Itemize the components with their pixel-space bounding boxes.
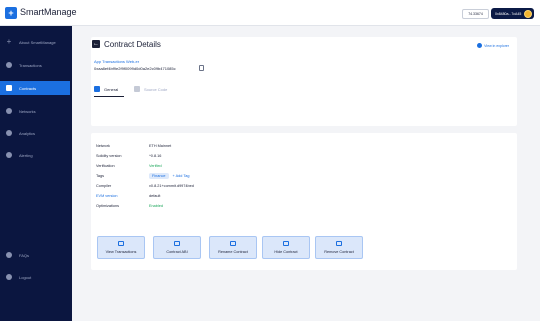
detail-value: v0.8.21+commit.d9974bed <box>149 183 194 188</box>
sidebar-item-label: About SmartManage <box>19 39 56 45</box>
view-transactions-button[interactable]: View Transactions <box>97 236 145 259</box>
explorer-link-label: View in explorer <box>484 43 509 48</box>
bell-icon <box>6 152 12 158</box>
detail-row-solidity: Solidity version ^0.8.16 <box>96 151 506 160</box>
balance-badge: 74.33674 <box>462 9 489 19</box>
sidebar-item-label: Analytics <box>19 130 36 136</box>
detail-key: Network <box>96 143 110 148</box>
contract-header-card: ← Contract Details View in explorer App … <box>91 37 517 126</box>
tab-label: Source Code <box>144 86 168 92</box>
remove-contract-button[interactable]: Remove Contract <box>315 236 363 259</box>
contract-address: 0xaa8ef4bf9e2f9f0099d0d0a2e2c09b471085c <box>94 66 176 71</box>
hide-contract-button[interactable]: Hide Contract <box>262 236 310 259</box>
list-icon <box>118 241 124 246</box>
contract-details-card: Network ETH Mainnet Solidity version ^0.… <box>91 133 517 270</box>
detail-row-tags: Tags Finance + Add Tag <box>96 171 506 180</box>
action-label: Contract ABI <box>166 250 188 254</box>
sidebar-item-analytics[interactable]: Analytics <box>0 126 72 140</box>
active-tab-indicator <box>94 96 124 97</box>
logout-icon <box>6 274 12 280</box>
sidebar-item-label: Alerting <box>19 152 33 158</box>
detail-row-compiler: Compiler v0.8.21+commit.d9974bed <box>96 181 506 190</box>
pencil-icon <box>230 241 236 246</box>
help-icon <box>6 252 12 258</box>
detail-value: default <box>149 193 161 198</box>
sidebar-item-networks[interactable]: Networks <box>0 104 72 118</box>
sidebar-item-label: Networks <box>19 108 36 114</box>
sidebar-item-about[interactable]: + About SmartManage <box>0 35 72 49</box>
add-tag-button[interactable]: + Add Tag <box>173 174 190 178</box>
address-label: App Transactions Web-er <box>94 59 140 64</box>
detail-key: Optimizations <box>96 203 120 208</box>
detail-row-evm: EVM version default <box>96 191 506 200</box>
detail-value: ^0.8.16 <box>149 153 162 158</box>
wallet-address: 0x8480a...7cA45 <box>495 11 522 16</box>
page-title: Contract Details <box>104 40 161 49</box>
avatar <box>524 9 532 18</box>
sidebar-item-label: Transactions <box>19 62 42 68</box>
sidebar-item-contracts[interactable]: Contracts <box>0 81 70 95</box>
sidebar-item-label: Contracts <box>19 85 37 91</box>
sidebar-item-label: Logout <box>19 274 32 280</box>
view-in-explorer-link[interactable]: View in explorer <box>477 43 509 48</box>
detail-row-network: Network ETH Mainnet <box>96 141 506 150</box>
contracts-icon <box>6 85 12 91</box>
detail-row-verification: Verification Verified <box>96 161 506 170</box>
wallet-button[interactable]: 0x8480a...7cA45 <box>491 8 534 19</box>
verification-status: Verified <box>149 163 162 168</box>
sidebar-item-alerting[interactable]: Alerting <box>0 148 72 162</box>
trash-icon <box>336 241 342 246</box>
detail-value: ETH Mainnet <box>149 143 172 148</box>
tab-label: General <box>104 86 119 92</box>
plus-icon: + <box>6 37 12 46</box>
globe-icon <box>477 43 483 48</box>
rename-contract-button[interactable]: Rename Contract <box>209 236 257 259</box>
source-code-tab-icon <box>134 86 140 92</box>
sidebar-item-label: FAQs <box>19 252 30 258</box>
action-label: Remove Contract <box>324 250 354 254</box>
detail-key: Solidity version <box>96 153 122 158</box>
app-logo-icon[interactable]: + <box>5 7 17 19</box>
action-label: Rename Contract <box>218 250 248 254</box>
action-label: Hide Contract <box>274 250 298 254</box>
optimizations-status: Enabled <box>149 203 163 208</box>
eye-off-icon <box>283 241 289 246</box>
detail-key: Tags <box>96 173 105 178</box>
copy-icon[interactable] <box>199 65 204 71</box>
action-label: View Transactions <box>105 250 137 254</box>
top-bar: + SmartManage 74.33674 0x8480a...7cA45 <box>0 0 540 26</box>
back-button[interactable]: ← <box>92 40 100 48</box>
detail-row-optimizations: Optimizations Enabled <box>96 201 506 210</box>
detail-key: Compiler <box>96 183 112 188</box>
sidebar: + About SmartManage Transactions Contrac… <box>0 26 72 321</box>
networks-icon <box>6 108 12 114</box>
tab-source-code[interactable]: Source Code <box>134 84 167 94</box>
sidebar-item-logout[interactable]: Logout <box>0 270 72 284</box>
general-tab-icon <box>94 86 100 92</box>
transactions-icon <box>6 62 12 68</box>
sidebar-item-faqs[interactable]: FAQs <box>0 248 72 262</box>
contract-abi-button[interactable]: Contract ABI <box>153 236 201 259</box>
analytics-icon <box>6 130 12 136</box>
detail-key: Verification <box>96 163 115 168</box>
tag-chip[interactable]: Finance <box>149 172 169 179</box>
code-icon <box>174 241 180 246</box>
tab-general[interactable]: General <box>94 84 118 94</box>
detail-key: EVM version <box>96 193 118 198</box>
sidebar-item-transactions[interactable]: Transactions <box>0 58 72 72</box>
app-title: SmartManage <box>20 7 77 17</box>
